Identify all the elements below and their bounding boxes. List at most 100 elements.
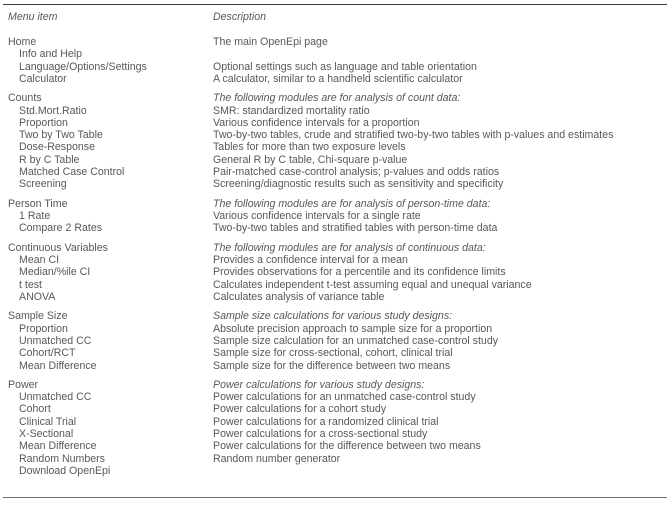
table-row: Proportion Various confidence intervals f…	[0, 117, 671, 129]
description-text: Sample size for the difference between t…	[213, 359, 451, 372]
description-text: A calculator, similar to a handheld scie…	[213, 72, 463, 85]
table-row: Two by Two Table Two-by-two tables, crude…	[0, 129, 671, 141]
menu-item-label[interactable]: Std.Mort.Ratio	[19, 105, 87, 117]
table-row: Matched Case Control Pair-matched case-co…	[0, 166, 671, 178]
table-row: 1 Rate Various confidence intervals for a…	[0, 210, 671, 222]
table-row: Sample Size Sample size calculations for …	[0, 303, 671, 322]
menu-item-label[interactable]: Matched Case Control	[19, 166, 124, 178]
table-row: Cohort/RCT Sample size for cross-sectiona…	[0, 347, 671, 359]
menu-group-label[interactable]: Sample Size	[8, 310, 67, 322]
table-row: Unmatched CC Sample size calculation for …	[0, 335, 671, 347]
description-text: Power calculations for a cross-sectional…	[213, 428, 428, 441]
menu-item-label[interactable]: Cohort	[19, 403, 51, 415]
menu-group-label[interactable]: Person Time	[8, 198, 67, 210]
description-text: Sample size for cross-sectional, cohort,…	[213, 347, 453, 360]
menu-item-label[interactable]: R by C Table	[19, 154, 79, 166]
table-row: Proportion Absolute precision approach to…	[0, 323, 671, 335]
menu-group-label[interactable]: Home	[8, 36, 36, 48]
description-text: Various confidence intervals for a propo…	[213, 116, 420, 129]
table-row: Continuous Variables The following module…	[0, 235, 671, 254]
description-text: Tables for more than two exposure levels	[213, 141, 406, 154]
menu-item-label[interactable]: Proportion	[19, 323, 68, 335]
table-row: Mean Difference Power calculations for th…	[0, 440, 671, 452]
menu-item-label[interactable]: Compare 2 Rates	[19, 222, 102, 234]
menu-item-label[interactable]: Clinical Trial	[19, 416, 76, 428]
table-row: R by C Table General R by C table, Chi-sq…	[0, 154, 671, 166]
table-row: Compare 2 Rates Two-by-two tables and str…	[0, 222, 671, 234]
description-text: Sample size calculation for an unmatched…	[213, 334, 499, 347]
description-section-note: Sample size calculations for various stu…	[213, 310, 453, 323]
table-row: Screening Screening/diagnostic results su…	[0, 178, 671, 190]
table-row: Calculator A calculator, similar to a han…	[0, 73, 671, 85]
menu-column-header-label: Menu item	[8, 11, 58, 23]
menu-item-label[interactable]: Mean Difference	[19, 440, 97, 452]
table-header-row: Menu item Description	[0, 11, 671, 25]
menu-item-label[interactable]: Language/Options/Settings	[19, 61, 147, 73]
description-text: Power calculations for the difference be…	[213, 440, 481, 453]
description-text: Screening/diagnostic results such as sen…	[213, 178, 504, 191]
table-row: Std.Mort.Ratio SMR: standardized mortalit…	[0, 105, 671, 117]
table-row: Median/%ile CI Provides observations for …	[0, 266, 671, 278]
menu-item-label[interactable]: Mean CI	[19, 254, 59, 266]
description-text: Pair-matched case-control analysis; p-va…	[213, 166, 500, 179]
description-text: Provides a confidence interval for a mea…	[213, 254, 408, 267]
description-text: Two-by-two tables and stratified tables …	[213, 222, 498, 235]
menu-item-label[interactable]: Cohort/RCT	[19, 347, 76, 359]
menu-item-label[interactable]: 1 Rate	[19, 210, 50, 222]
table-row: Mean Difference Sample size for the diffe…	[0, 360, 671, 372]
menu-item-label[interactable]: Proportion	[19, 117, 68, 129]
menu-item-label[interactable]: Mean Difference	[19, 360, 97, 372]
table-row: X-Sectional Power calculations for a cros…	[0, 428, 671, 440]
description-text: Optional settings such as language and t…	[213, 60, 477, 73]
menu-item-label[interactable]: ANOVA	[19, 291, 55, 303]
description-text: Random number generator	[213, 452, 341, 465]
description-text: Absolute precision approach to sample si…	[213, 322, 493, 335]
menu-group-label[interactable]: Power	[8, 379, 38, 391]
description-section-note: The following modules are for analysis o…	[213, 241, 486, 254]
table-bottom-rule	[3, 497, 667, 498]
description-text: Calculates independent t-test assuming e…	[213, 278, 532, 291]
description-text: Power calculations for a randomized clin…	[213, 415, 439, 428]
table-row: Counts The following modules are for anal…	[0, 85, 671, 104]
description-column-header-cell: Description	[213, 11, 665, 24]
description-section-note: The following modules are for analysis o…	[213, 197, 491, 210]
menu-item-label[interactable]: Unmatched CC	[19, 391, 91, 403]
menu-description-table: Menu item Description Home The main OpenE…	[0, 0, 671, 509]
menu-item-label[interactable]: Unmatched CC	[19, 335, 91, 347]
table-row: t test Calculates independent t-test assu…	[0, 279, 671, 291]
description-column-header-label: Description	[213, 11, 266, 23]
menu-item-label[interactable]: Info and Help	[19, 48, 82, 60]
description-text: Provides observations for a percentile a…	[213, 266, 506, 279]
menu-item-label[interactable]: X-Sectional	[19, 428, 73, 440]
table-row: Person Time The following modules are for…	[0, 191, 671, 210]
table-row: Clinical Trial Power calculations for a r…	[0, 416, 671, 428]
menu-item-label[interactable]: Download OpenEpi	[19, 465, 110, 477]
table-row: ANOVA Calculates analysis of variance tab…	[0, 291, 671, 303]
description-text: Various confidence intervals for a singl…	[213, 210, 421, 223]
menu-group-label[interactable]: Continuous Variables	[8, 242, 108, 254]
menu-column-header-cell: Menu item	[8, 11, 208, 24]
menu-item-label[interactable]: Screening	[19, 178, 67, 190]
table-row: Info and Help	[0, 48, 671, 60]
table-row: Download OpenEpi	[0, 465, 671, 477]
table-row: Language/Options/Settings Optional settin…	[0, 61, 671, 73]
description-text: General R by C table, Chi-square p-value	[213, 153, 408, 166]
menu-item-label[interactable]: Median/%ile CI	[19, 266, 90, 278]
description-text: Power calculations for an unmatched case…	[213, 391, 476, 404]
table-row: Random Numbers Random number generator	[0, 453, 671, 465]
table-row: Unmatched CC Power calculations for an un…	[0, 391, 671, 403]
description-text: SMR: standardized mortality ratio	[213, 104, 370, 117]
menu-item-label[interactable]: Dose-Response	[19, 141, 95, 153]
table-row: Home The main OpenEpi page	[0, 36, 671, 48]
table-row: Power Power calculations for various stud…	[0, 372, 671, 391]
menu-item-label[interactable]: Random Numbers	[19, 453, 105, 465]
menu-group-label[interactable]: Counts	[8, 92, 42, 104]
table-row: Mean CI Provides a confidence interval fo…	[0, 254, 671, 266]
description-text: Calculates analysis of variance table	[213, 290, 385, 303]
menu-item-label[interactable]: t test	[19, 279, 42, 291]
menu-item-label[interactable]: Calculator	[19, 73, 67, 85]
description-text: The main OpenEpi page	[213, 36, 328, 48]
description-section-note: Power calculations for various study des…	[213, 378, 425, 391]
table-row: Dose-Response Tables for more than two ex…	[0, 141, 671, 153]
menu-item-label[interactable]: Two by Two Table	[19, 129, 103, 141]
